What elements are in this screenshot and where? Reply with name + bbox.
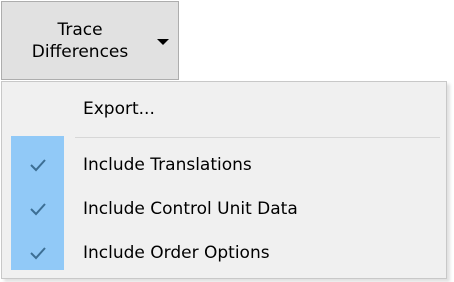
trace-differences-label: Trace Differences: [31, 20, 129, 62]
dropdown-arrow-icon[interactable]: [157, 39, 169, 45]
menu-item-include-order-options-label: Include Order Options: [83, 243, 270, 263]
menu-item-export-label: Export...: [83, 99, 155, 119]
check-icon: [30, 203, 46, 216]
menu-item-include-translations-label: Include Translations: [83, 155, 252, 175]
menu-item-include-order-options[interactable]: Include Order Options: [2, 232, 446, 274]
menu-item-export[interactable]: Export...: [2, 88, 446, 130]
menu-item-include-control-unit-data[interactable]: Include Control Unit Data: [2, 188, 446, 230]
check-icon: [30, 247, 46, 260]
check-icon: [30, 159, 46, 172]
trace-differences-button[interactable]: Trace Differences: [1, 1, 179, 80]
menu-item-include-control-unit-data-label: Include Control Unit Data: [83, 199, 298, 219]
menu-separator: [75, 137, 440, 138]
menu-item-include-translations[interactable]: Include Translations: [2, 144, 446, 186]
screen: Trace Differences Export... Include Tran…: [0, 0, 454, 282]
trace-differences-menu: Export... Include Translations Include C…: [1, 81, 447, 279]
